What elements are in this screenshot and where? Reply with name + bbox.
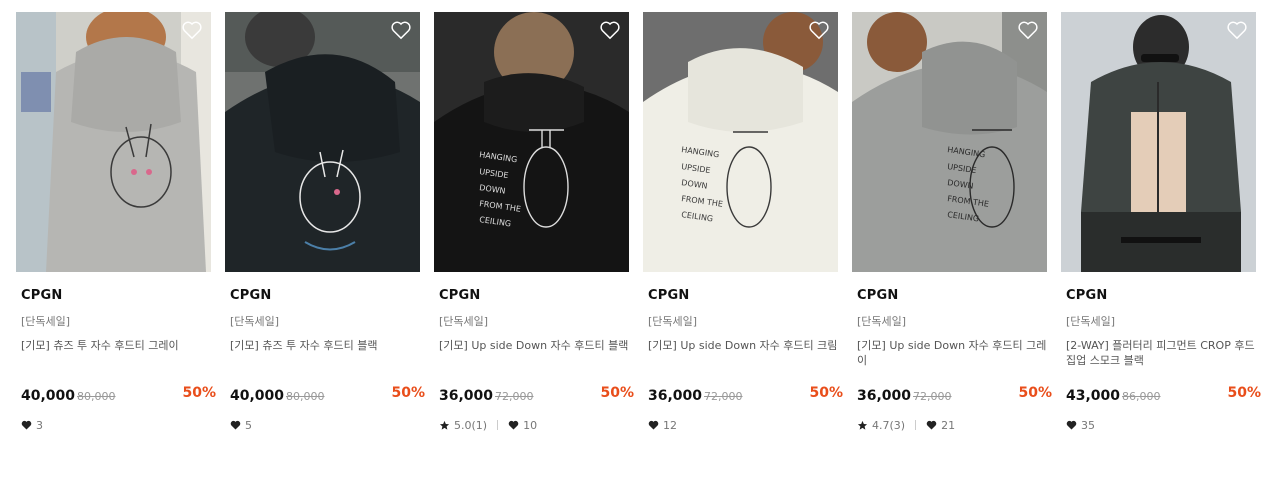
like-count: 5 [245,418,252,432]
promo-tag: [단독세일] [439,315,489,328]
rating-score: 4.7(3) [872,418,906,432]
brand-name[interactable]: CPGN [21,288,211,303]
original-price: 80,000 [77,390,116,403]
product-meta: 35 [1066,418,1256,432]
like-count: 12 [663,418,677,432]
sale-price: 40,000 [21,388,76,404]
product-name[interactable]: [기모] Up side Down 자수 후드티 블랙 [439,338,629,372]
promo-tag: [단독세일] [230,315,280,328]
brand-name[interactable]: CPGN [1066,288,1256,303]
product-name[interactable]: [기모] Up side Down 자수 후드티 크림 [648,338,838,372]
product-name[interactable]: [기모] 츄즈 투 자수 후드티 그레이 [21,338,211,372]
wishlist-heart-icon[interactable] [1226,20,1248,40]
heart-icon [508,420,519,430]
heart-icon [648,420,659,430]
product-card[interactable]: HANGING UPSIDE DOWN FROM THE CEILING CPG… [643,12,843,432]
product-card[interactable]: CPGN [단독세일] [2-WAY] 플러터리 피그먼트 CROP 후드 집업… [1061,12,1261,432]
promo-tag: [단독세일] [21,315,71,328]
star-icon [439,420,450,430]
wishlist-heart-icon[interactable] [599,20,621,40]
product-name[interactable]: [기모] 츄즈 투 자수 후드티 블랙 [230,338,420,372]
rating-score: 5.0(1) [454,418,488,432]
discount-rate: 50% [391,385,425,401]
price-row: 40,000 80,000 50% [21,385,216,405]
like-count: 3 [36,418,43,432]
wishlist-heart-icon[interactable] [808,20,830,40]
original-price: 80,000 [286,390,325,403]
product-name[interactable]: [기모] Up side Down 자수 후드티 그레이 [857,338,1047,372]
product-meta: 3 [21,418,211,432]
product-card[interactable]: CPGN [단독세일] [기모] 츄즈 투 자수 후드티 블랙 40,000 80… [225,12,425,432]
product-image[interactable] [1061,12,1256,272]
like-count: 10 [523,418,538,432]
wishlist-heart-icon[interactable] [181,20,203,40]
price-row: 36,000 72,000 50% [648,385,843,405]
product-name[interactable]: [2-WAY] 플러터리 피그먼트 CROP 후드 집업 스모크 블랙 [1066,338,1256,372]
product-card[interactable]: CPGN [단독세일] [기모] 츄즈 투 자수 후드티 그레이 40,000 8… [16,12,216,432]
promo-tag: [단독세일] [857,315,907,328]
heart-icon [230,420,241,430]
divider [915,420,917,430]
product-card[interactable]: HANGING UPSIDE DOWN FROM THE CEILING CPG… [852,12,1052,432]
discount-rate: 50% [600,385,634,401]
product-card[interactable]: HANGING UPSIDE DOWN FROM THE CEILING CPG… [434,12,634,432]
discount-rate: 50% [1227,385,1261,401]
promo-tag: [단독세일] [648,315,698,328]
product-meta: 4.7(3) 21 [857,418,1047,432]
original-price: 72,000 [495,390,534,403]
original-price: 72,000 [704,390,743,403]
product-meta: 5.0(1) 10 [439,418,629,432]
heart-icon [926,420,937,430]
product-meta: 12 [648,418,838,432]
product-image[interactable]: HANGING UPSIDE DOWN FROM THE CEILING [434,12,629,272]
price-row: 43,000 86,000 50% [1066,385,1261,405]
product-grid: CPGN [단독세일] [기모] 츄즈 투 자수 후드티 그레이 40,000 8… [0,0,1261,477]
heart-icon [21,420,32,430]
divider [497,420,499,430]
sale-price: 36,000 [439,388,494,404]
price-row: 40,000 80,000 50% [230,385,425,405]
original-price: 72,000 [913,390,952,403]
wishlist-heart-icon[interactable] [390,20,412,40]
sale-price: 36,000 [648,388,703,404]
like-count: 35 [1081,418,1095,432]
like-count: 21 [941,418,956,432]
product-image[interactable]: HANGING UPSIDE DOWN FROM THE CEILING [643,12,838,272]
product-image[interactable] [16,12,211,272]
promo-tag: [단독세일] [1066,315,1116,328]
product-image[interactable]: HANGING UPSIDE DOWN FROM THE CEILING [852,12,1047,272]
brand-name[interactable]: CPGN [648,288,838,303]
brand-name[interactable]: CPGN [230,288,420,303]
sale-price: 43,000 [1066,388,1121,404]
original-price: 86,000 [1122,390,1161,403]
brand-name[interactable]: CPGN [857,288,1047,303]
wishlist-heart-icon[interactable] [1017,20,1039,40]
price-row: 36,000 72,000 50% [439,385,634,405]
star-icon [857,420,868,430]
product-meta: 5 [230,418,420,432]
heart-icon [1066,420,1077,430]
sale-price: 36,000 [857,388,912,404]
brand-name[interactable]: CPGN [439,288,629,303]
discount-rate: 50% [182,385,216,401]
discount-rate: 50% [809,385,843,401]
discount-rate: 50% [1018,385,1052,401]
product-image[interactable] [225,12,420,272]
sale-price: 40,000 [230,388,285,404]
price-row: 36,000 72,000 50% [857,385,1052,405]
